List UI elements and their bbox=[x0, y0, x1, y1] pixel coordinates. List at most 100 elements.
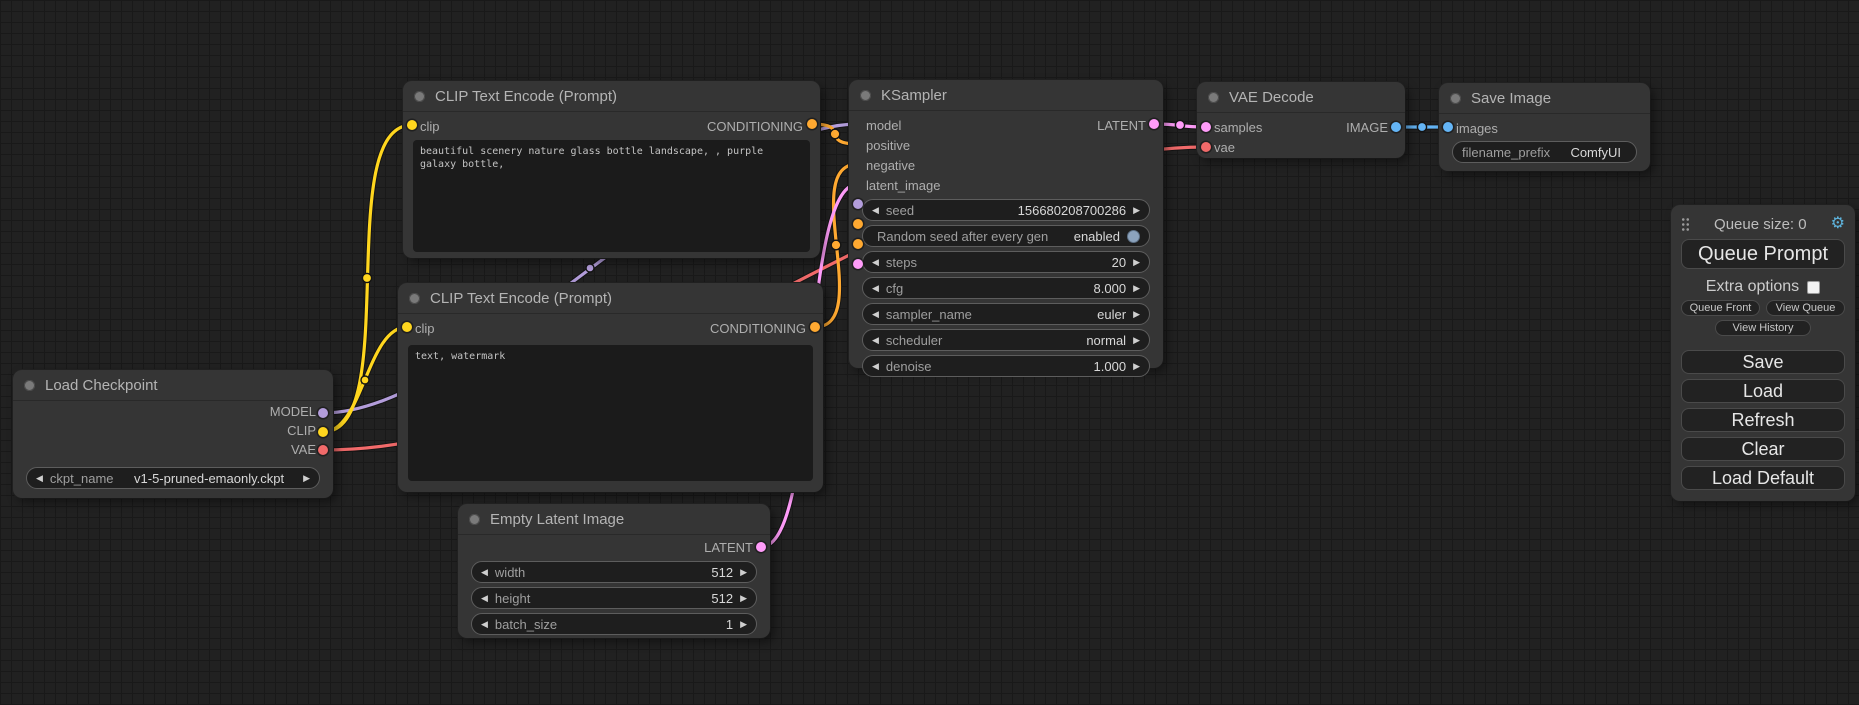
widget-steps[interactable]: ◀ steps 20 ▶ bbox=[862, 251, 1150, 273]
menu-header: Queue size: 0 ⚙ bbox=[1681, 213, 1845, 235]
collapse-dot-icon[interactable] bbox=[24, 380, 35, 391]
decrement-arrow-icon[interactable]: ◀ bbox=[872, 362, 879, 371]
widget-label: Random seed after every gen bbox=[872, 229, 1048, 244]
collapse-dot-icon[interactable] bbox=[1450, 93, 1461, 104]
output-label-image: IMAGE bbox=[1346, 120, 1388, 135]
increment-arrow-icon[interactable]: ▶ bbox=[1133, 362, 1140, 371]
node-graph-canvas[interactable]: Load Checkpoint MODEL CLIP VAE ◀ ckpt_na… bbox=[0, 0, 1859, 705]
decrement-arrow-icon[interactable]: ◀ bbox=[872, 206, 879, 215]
output-label-conditioning: CONDITIONING bbox=[710, 321, 806, 336]
decrement-arrow-icon[interactable]: ◀ bbox=[872, 310, 879, 319]
node-empty-latent-image[interactable]: Empty Latent Image LATENT ◀ width 512 ▶ … bbox=[458, 504, 770, 638]
increment-arrow-icon[interactable]: ▶ bbox=[740, 620, 747, 629]
positive-prompt-textarea[interactable]: beautiful scenery nature glass bottle la… bbox=[413, 140, 810, 252]
increment-arrow-icon[interactable]: ▶ bbox=[1133, 336, 1140, 345]
widget-ckpt-name[interactable]: ◀ ckpt_name v1-5-pruned-emaonly.ckpt ▶ bbox=[26, 467, 320, 489]
input-slot-latent-image[interactable] bbox=[853, 259, 863, 269]
input-slot-clip[interactable] bbox=[407, 120, 417, 130]
widget-batch-size[interactable]: ◀ batch_size 1 ▶ bbox=[471, 613, 757, 635]
widget-width[interactable]: ◀ width 512 ▶ bbox=[471, 561, 757, 583]
node-save-image[interactable]: Save Image images filename_prefix ComfyU… bbox=[1439, 83, 1650, 171]
output-slot-model[interactable] bbox=[318, 408, 328, 418]
toggle-enabled-icon[interactable] bbox=[1127, 230, 1140, 243]
load-button[interactable]: Load bbox=[1681, 379, 1845, 403]
node-clip-text-encode-negative[interactable]: CLIP Text Encode (Prompt) clip CONDITION… bbox=[398, 283, 823, 492]
negative-prompt-textarea[interactable]: text, watermark bbox=[408, 345, 813, 481]
widget-value: 512 bbox=[711, 591, 733, 606]
increment-arrow-icon[interactable]: ▶ bbox=[303, 474, 310, 483]
collapse-dot-icon[interactable] bbox=[860, 90, 871, 101]
collapse-dot-icon[interactable] bbox=[409, 293, 420, 304]
node-title-bar[interactable]: KSampler bbox=[849, 80, 1163, 111]
collapse-dot-icon[interactable] bbox=[414, 91, 425, 102]
output-slot-image[interactable] bbox=[1391, 122, 1401, 132]
decrement-arrow-icon[interactable]: ◀ bbox=[481, 594, 488, 603]
node-vae-decode[interactable]: VAE Decode samples IMAGE vae bbox=[1197, 82, 1405, 158]
collapse-dot-icon[interactable] bbox=[1208, 92, 1219, 103]
input-slot-images[interactable] bbox=[1443, 122, 1453, 132]
save-button[interactable]: Save bbox=[1681, 350, 1845, 374]
widget-value: ComfyUI bbox=[1570, 145, 1621, 160]
widget-random-seed[interactable]: Random seed after every gen enabled bbox=[862, 225, 1150, 247]
node-title-bar[interactable]: Load Checkpoint bbox=[13, 370, 333, 401]
widget-seed[interactable]: ◀ seed 156680208700286 ▶ bbox=[862, 199, 1150, 221]
output-slot-conditioning[interactable] bbox=[807, 119, 817, 129]
decrement-arrow-icon[interactable]: ◀ bbox=[481, 620, 488, 629]
input-slot-model[interactable] bbox=[853, 199, 863, 209]
refresh-button[interactable]: Refresh bbox=[1681, 408, 1845, 432]
extra-options-checkbox[interactable] bbox=[1807, 281, 1820, 294]
load-default-button[interactable]: Load Default bbox=[1681, 466, 1845, 490]
output-slot-vae[interactable] bbox=[318, 445, 328, 455]
widget-label: sampler_name bbox=[886, 307, 972, 322]
view-history-button[interactable]: View History bbox=[1715, 320, 1811, 336]
decrement-arrow-icon[interactable]: ◀ bbox=[872, 284, 879, 293]
widget-filename-prefix[interactable]: filename_prefix ComfyUI bbox=[1452, 141, 1637, 163]
output-slot-latent[interactable] bbox=[1149, 119, 1159, 129]
input-label-samples: samples bbox=[1214, 120, 1262, 135]
clear-button[interactable]: Clear bbox=[1681, 437, 1845, 461]
node-title-bar[interactable]: CLIP Text Encode (Prompt) bbox=[398, 283, 823, 314]
decrement-arrow-icon[interactable]: ◀ bbox=[872, 336, 879, 345]
output-slot-latent[interactable] bbox=[756, 542, 766, 552]
slot-row: vae bbox=[1197, 137, 1405, 157]
input-slot-positive[interactable] bbox=[853, 219, 863, 229]
view-queue-button[interactable]: View Queue bbox=[1766, 300, 1845, 316]
node-title-bar[interactable]: CLIP Text Encode (Prompt) bbox=[403, 81, 820, 112]
output-slot-clip[interactable] bbox=[318, 427, 328, 437]
node-ksampler[interactable]: KSampler model LATENT positive negative … bbox=[849, 80, 1163, 368]
increment-arrow-icon[interactable]: ▶ bbox=[1133, 206, 1140, 215]
node-title-bar[interactable]: Empty Latent Image bbox=[458, 504, 770, 535]
decrement-arrow-icon[interactable]: ◀ bbox=[36, 474, 43, 483]
input-slot-vae[interactable] bbox=[1201, 142, 1211, 152]
widget-height[interactable]: ◀ height 512 ▶ bbox=[471, 587, 757, 609]
widget-label: filename_prefix bbox=[1462, 145, 1550, 160]
node-load-checkpoint[interactable]: Load Checkpoint MODEL CLIP VAE ◀ ckpt_na… bbox=[13, 370, 333, 498]
widget-value: 20 bbox=[1112, 255, 1126, 270]
widget-cfg[interactable]: ◀ cfg 8.000 ▶ bbox=[862, 277, 1150, 299]
node-title-bar[interactable]: VAE Decode bbox=[1197, 82, 1405, 113]
node-clip-text-encode-positive[interactable]: CLIP Text Encode (Prompt) clip CONDITION… bbox=[403, 81, 820, 258]
increment-arrow-icon[interactable]: ▶ bbox=[740, 594, 747, 603]
drag-handle-icon[interactable] bbox=[1681, 217, 1690, 232]
input-slot-samples[interactable] bbox=[1201, 122, 1211, 132]
increment-arrow-icon[interactable]: ▶ bbox=[740, 568, 747, 577]
collapse-dot-icon[interactable] bbox=[469, 514, 480, 525]
settings-gear-icon[interactable]: ⚙ bbox=[1831, 216, 1845, 232]
widget-label: denoise bbox=[886, 359, 932, 374]
queue-prompt-button[interactable]: Queue Prompt bbox=[1681, 239, 1845, 269]
widget-scheduler[interactable]: ◀ scheduler normal ▶ bbox=[862, 329, 1150, 351]
increment-arrow-icon[interactable]: ▶ bbox=[1133, 310, 1140, 319]
widget-denoise[interactable]: ◀ denoise 1.000 ▶ bbox=[862, 355, 1150, 377]
decrement-arrow-icon[interactable]: ◀ bbox=[872, 258, 879, 267]
node-title-bar[interactable]: Save Image bbox=[1439, 83, 1650, 114]
increment-arrow-icon[interactable]: ▶ bbox=[1133, 284, 1140, 293]
queue-front-button[interactable]: Queue Front bbox=[1681, 300, 1760, 316]
slot-row: samples IMAGE bbox=[1197, 117, 1405, 137]
decrement-arrow-icon[interactable]: ◀ bbox=[481, 568, 488, 577]
increment-arrow-icon[interactable]: ▶ bbox=[1133, 258, 1140, 267]
widget-sampler-name[interactable]: ◀ sampler_name euler ▶ bbox=[862, 303, 1150, 325]
output-slot-conditioning[interactable] bbox=[810, 322, 820, 332]
widget-label: cfg bbox=[886, 281, 903, 296]
input-slot-clip[interactable] bbox=[402, 322, 412, 332]
input-slot-negative[interactable] bbox=[853, 239, 863, 249]
